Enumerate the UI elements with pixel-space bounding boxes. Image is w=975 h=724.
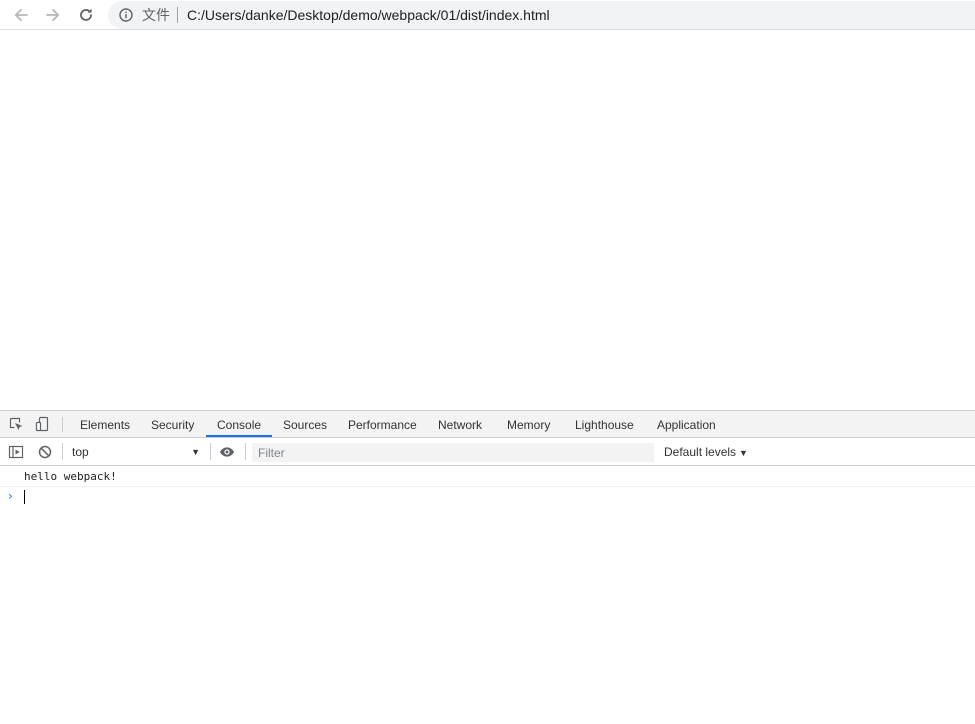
scheme-label: 文件 (142, 7, 170, 23)
execution-context-select[interactable]: top ▼ (66, 442, 206, 462)
arrow-left-icon (14, 8, 28, 22)
toolbar-divider (62, 443, 63, 460)
text-caret (24, 490, 25, 504)
reload-button[interactable] (74, 3, 98, 27)
tab-network[interactable]: Network (438, 411, 482, 437)
info-icon[interactable] (118, 7, 134, 23)
inspect-element-icon[interactable] (7, 415, 25, 433)
dropdown-triangle-icon: ▼ (739, 448, 748, 458)
tab-security[interactable]: Security (151, 411, 194, 437)
devtools-tab-bar: Elements Security Console Sources Perfor… (0, 411, 975, 438)
back-button[interactable] (9, 3, 33, 27)
prompt-chevron-icon: › (8, 489, 13, 503)
toolbar-divider (62, 417, 63, 432)
dropdown-triangle-icon: ▼ (191, 447, 200, 457)
reload-icon (80, 8, 92, 21)
active-tab-indicator (206, 435, 272, 437)
browser-toolbar: 文件 C:/Users/danke/Desktop/demo/webpack/0… (0, 0, 975, 30)
console-prompt[interactable]: › (0, 488, 975, 508)
tab-memory[interactable]: Memory (507, 411, 550, 437)
live-expression-eye-icon[interactable] (219, 444, 235, 460)
tab-performance[interactable]: Performance (348, 411, 417, 437)
page-viewport (0, 31, 975, 410)
console-message: hello webpack! (0, 467, 975, 487)
devtools-panel: Elements Security Console Sources Perfor… (0, 410, 975, 724)
browser-window: 文件 C:/Users/danke/Desktop/demo/webpack/0… (0, 0, 975, 724)
clear-console-icon[interactable] (37, 444, 53, 460)
console-output[interactable]: hello webpack! › (0, 467, 975, 724)
arrow-right-icon (46, 8, 60, 22)
address-separator (177, 7, 178, 23)
toolbar-divider (210, 443, 211, 460)
context-value: top (72, 445, 89, 459)
console-filter-input[interactable] (252, 443, 654, 462)
log-levels-label: Default levels (664, 445, 737, 459)
tab-console[interactable]: Console (217, 411, 261, 437)
log-levels-dropdown[interactable]: Default levels ▼ (664, 442, 748, 462)
url-text[interactable]: C:/Users/danke/Desktop/demo/webpack/01/d… (187, 7, 550, 23)
tab-application[interactable]: Application (657, 411, 716, 437)
tab-lighthouse[interactable]: Lighthouse (575, 411, 634, 437)
console-toolbar: top ▼ Default levels▼ (0, 438, 975, 466)
address-bar[interactable]: 文件 C:/Users/danke/Desktop/demo/webpack/0… (108, 1, 975, 29)
tab-elements[interactable]: Elements (80, 411, 130, 437)
tab-sources[interactable]: Sources (283, 411, 327, 437)
toolbar-divider (245, 443, 246, 460)
device-toolbar-icon[interactable] (34, 415, 52, 433)
forward-button[interactable] (41, 3, 65, 27)
console-sidebar-icon[interactable] (8, 444, 24, 460)
